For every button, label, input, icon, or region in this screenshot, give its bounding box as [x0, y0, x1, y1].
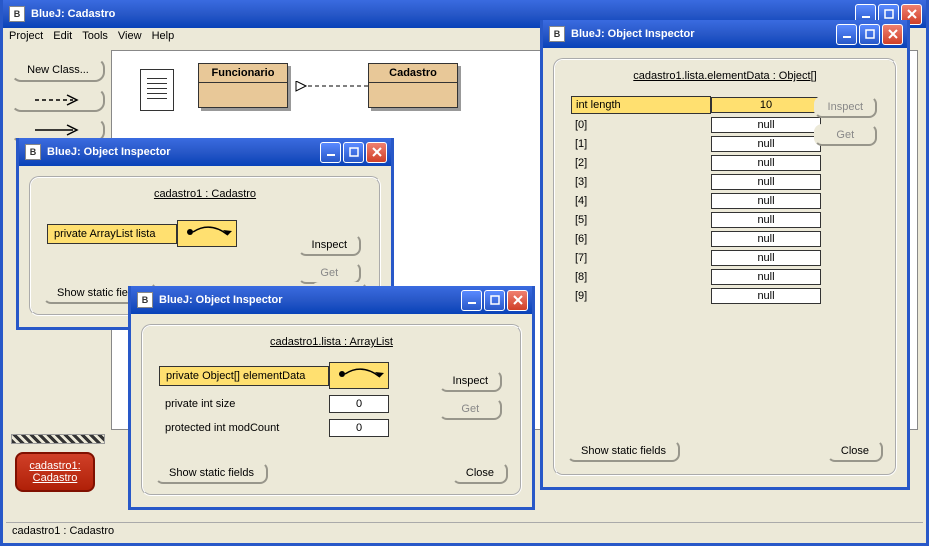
close-button[interactable] — [507, 290, 528, 311]
object-type: Cadastro — [17, 472, 93, 484]
minimize-button[interactable] — [461, 290, 482, 311]
inspector-array-window: B BlueJ: Object Inspector cadastro1.list… — [540, 20, 910, 490]
array-item-row[interactable]: [9]null — [571, 288, 885, 304]
bench-divider[interactable] — [11, 434, 105, 444]
maximize-button[interactable] — [859, 24, 880, 45]
array-item-row[interactable]: [2]null — [571, 155, 885, 171]
inspector-array-titlebar[interactable]: B BlueJ: Object Inspector — [543, 20, 907, 48]
bluej-icon: B — [549, 26, 565, 42]
get-button[interactable]: Get — [439, 398, 502, 420]
new-class-button[interactable]: New Class... — [11, 58, 105, 82]
inspector-cadastro-title: BlueJ: Object Inspector — [47, 146, 320, 158]
inspector-arraylist-window: B BlueJ: Object Inspector cadastro1.list… — [128, 286, 535, 510]
inspect-button[interactable]: Inspect — [439, 370, 502, 392]
get-button[interactable]: Get — [298, 262, 361, 284]
inspector-arraylist-object-title: cadastro1.lista : ArrayList — [153, 336, 510, 348]
minimize-button[interactable] — [836, 24, 857, 45]
object-ref-icon — [177, 220, 237, 247]
array-item-row[interactable]: [6]null — [571, 231, 885, 247]
get-button[interactable]: Get — [814, 124, 877, 146]
maximize-button[interactable] — [484, 290, 505, 311]
inspect-button[interactable]: Inspect — [298, 234, 361, 256]
menu-edit[interactable]: Edit — [53, 30, 72, 42]
menu-help[interactable]: Help — [152, 30, 175, 42]
object-cadastro1[interactable]: cadastro1: Cadastro — [15, 452, 95, 492]
readme-icon[interactable] — [140, 69, 174, 111]
close-inspector-button[interactable]: Close — [827, 440, 883, 462]
object-ref-icon — [329, 362, 389, 389]
array-item-row[interactable]: [8]null — [571, 269, 885, 285]
maximize-button[interactable] — [343, 142, 364, 163]
menu-project[interactable]: Project — [9, 30, 43, 42]
inspect-button[interactable]: Inspect — [814, 96, 877, 118]
inspector-arraylist-title: BlueJ: Object Inspector — [159, 294, 461, 306]
close-inspector-button[interactable]: Close — [452, 462, 508, 484]
show-static-button[interactable]: Show static fields — [155, 462, 268, 484]
bluej-icon: B — [9, 6, 25, 22]
close-button[interactable] — [366, 142, 387, 163]
menu-tools[interactable]: Tools — [82, 30, 108, 42]
minimize-button[interactable] — [320, 142, 341, 163]
inspector-cadastro-titlebar[interactable]: B BlueJ: Object Inspector — [19, 138, 391, 166]
sidebar: New Class... — [11, 58, 105, 148]
array-item-row[interactable]: [7]null — [571, 250, 885, 266]
array-item-row[interactable]: [4]null — [571, 193, 885, 209]
bluej-icon: B — [25, 144, 41, 160]
show-static-button[interactable]: Show static fields — [567, 440, 680, 462]
class-cadastro[interactable]: Cadastro — [368, 63, 458, 108]
close-button[interactable] — [882, 24, 903, 45]
menu-view[interactable]: View — [118, 30, 142, 42]
status-bar: cadastro1 : Cadastro — [6, 522, 923, 540]
object-name: cadastro1: — [17, 460, 93, 472]
inspector-array-object-title: cadastro1.lista.elementData : Object[] — [565, 70, 885, 82]
array-item-row[interactable]: [5]null — [571, 212, 885, 228]
main-title: BlueJ: Cadastro — [31, 8, 855, 20]
bluej-icon: B — [137, 292, 153, 308]
inspector-cadastro-object-title: cadastro1 : Cadastro — [41, 188, 369, 200]
array-item-row[interactable]: [3]null — [571, 174, 885, 190]
inspector-array-title: BlueJ: Object Inspector — [571, 28, 836, 40]
class-funcionario[interactable]: Funcionario — [198, 63, 288, 108]
field-modcount-row[interactable]: protected int modCount 0 — [159, 419, 510, 437]
uses-arrow-button[interactable] — [11, 88, 105, 112]
inspector-arraylist-titlebar[interactable]: B BlueJ: Object Inspector — [131, 286, 532, 314]
